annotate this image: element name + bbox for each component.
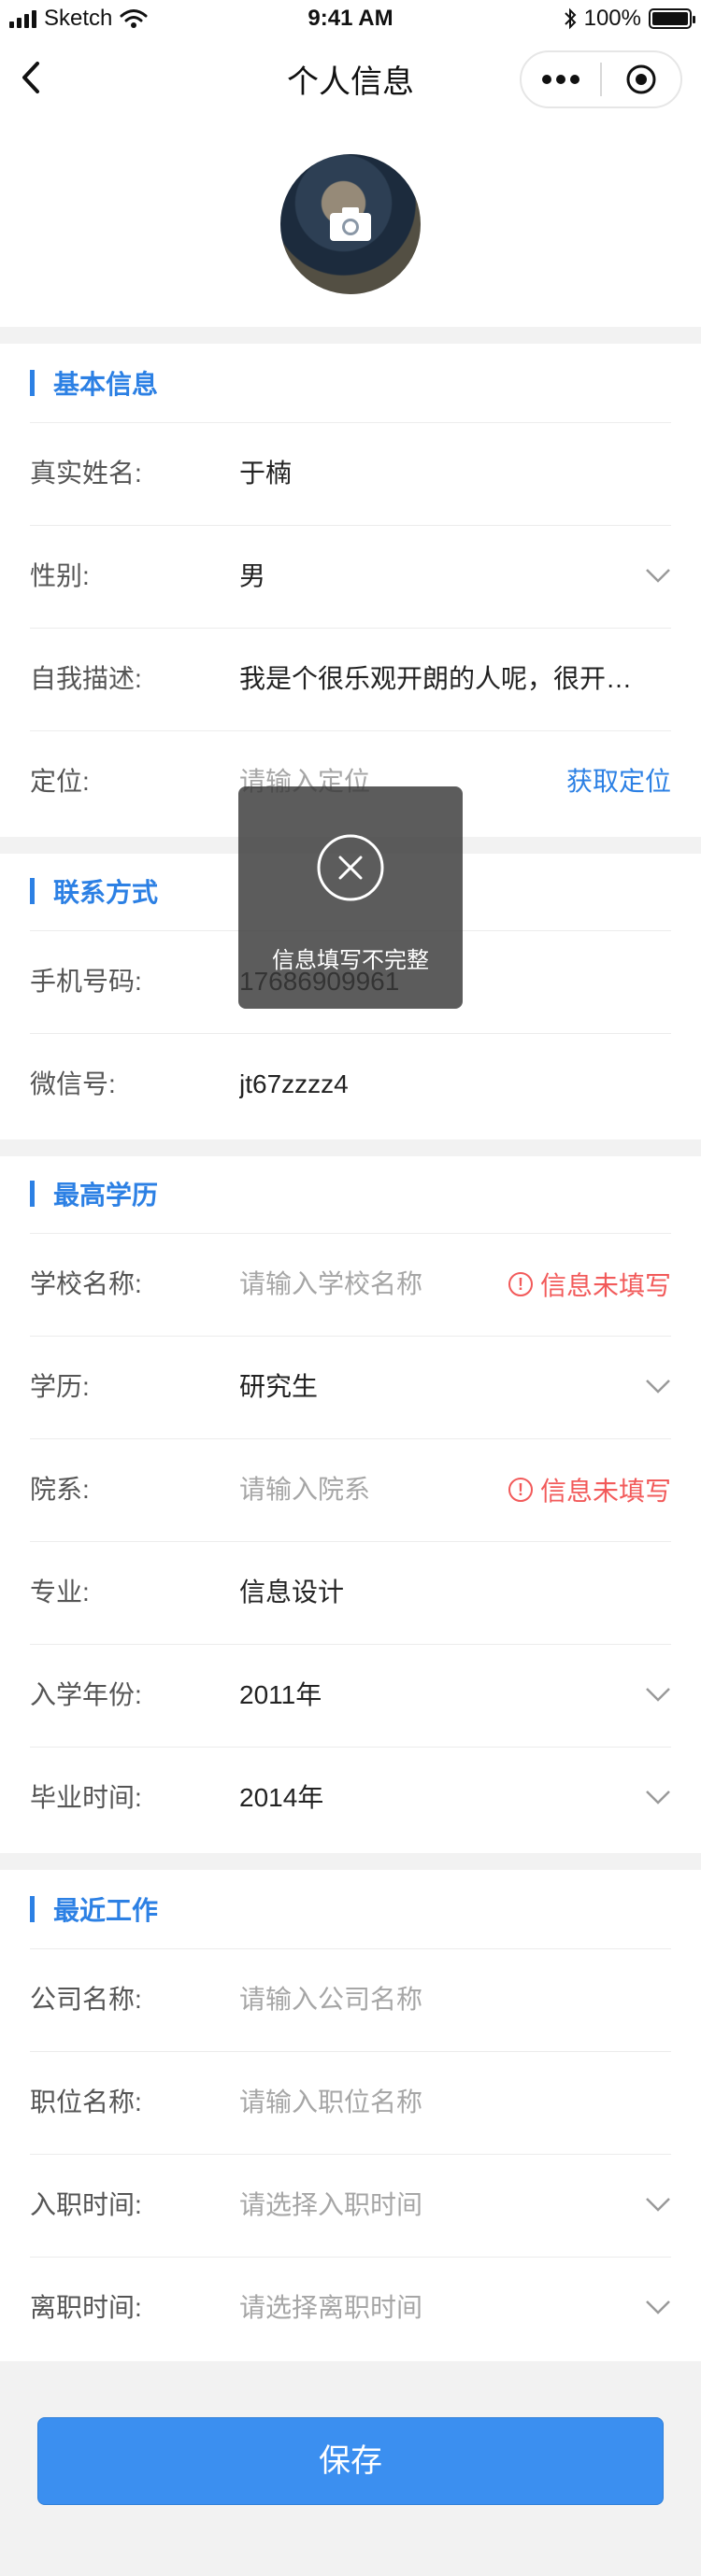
section-accent-bar — [30, 1896, 35, 1922]
field-label: 院系: — [30, 1475, 90, 1504]
end-date-select[interactable]: 请选择离职时间 — [239, 2257, 422, 2359]
row-divider — [30, 525, 671, 526]
chevron-down-icon — [646, 1688, 670, 1702]
error-icon: ! — [508, 1272, 533, 1296]
row-school[interactable]: 学校名称: 请输入学校名称 ! 信息未填写 — [30, 1233, 671, 1336]
field-label: 毕业时间: — [30, 1783, 142, 1812]
field-label: 定位: — [30, 767, 90, 796]
section-gap — [0, 1853, 701, 1870]
start-date-select[interactable]: 请选择入职时间 — [239, 2154, 422, 2257]
self-description-input[interactable]: 我是个很乐观开朗的人呢，很开… — [239, 628, 632, 730]
field-label: 职位名称: — [30, 2088, 142, 2116]
error-text: 信息未填写 — [539, 1477, 671, 1506]
field-label: 自我描述: — [30, 664, 142, 693]
row-major[interactable]: 专业: 信息设计 — [30, 1541, 671, 1644]
camera-icon — [330, 207, 371, 241]
section-header-basic: 基本信息 — [30, 364, 158, 402]
field-label: 性别: — [30, 561, 90, 590]
row-divider — [30, 1541, 671, 1542]
row-position[interactable]: 职位名称: 请输入职位名称 — [30, 2051, 671, 2154]
close-mini-program-button[interactable] — [602, 52, 680, 106]
field-label: 公司名称: — [30, 1985, 142, 2014]
degree-select[interactable]: 研究生 — [239, 1336, 318, 1438]
section-header-education: 最高学历 — [30, 1175, 158, 1212]
mini-program-capsule — [520, 50, 682, 108]
more-dots-icon — [542, 75, 579, 84]
status-bar: Sketch 9:41 AM 100% — [0, 0, 701, 37]
company-input[interactable]: 请输入公司名称 — [239, 1948, 422, 2051]
row-divider — [30, 1033, 671, 1034]
field-label: 入学年份: — [30, 1680, 142, 1709]
section-header-work: 最近工作 — [30, 1890, 158, 1928]
row-wechat[interactable]: 微信号: jt67zzzz4 — [30, 1033, 671, 1136]
section-title: 联系方式 — [53, 878, 159, 907]
section-accent-bar — [30, 370, 35, 396]
chevron-down-icon — [646, 569, 670, 583]
toast-message: 信息填写不完整 — [272, 948, 429, 973]
field-label: 入职时间: — [30, 2190, 142, 2219]
get-location-link[interactable]: 获取定位 — [566, 730, 671, 833]
error-toast: 信息填写不完整 — [238, 786, 463, 1009]
row-degree[interactable]: 学历: 研究生 — [30, 1336, 671, 1438]
row-self-description[interactable]: 自我描述: 我是个很乐观开朗的人呢，很开… — [30, 628, 671, 730]
field-label: 学校名称: — [30, 1269, 142, 1298]
field-label: 专业: — [30, 1578, 90, 1606]
validation-error: ! 信息未填写 — [508, 1233, 671, 1336]
save-button[interactable]: 保存 — [37, 2417, 664, 2505]
enroll-year-select[interactable]: 2011年 — [239, 1644, 322, 1747]
real-name-input[interactable]: 于楠 — [239, 422, 292, 525]
section-title: 基本信息 — [53, 370, 159, 399]
close-circle-icon — [317, 834, 384, 901]
section-title: 最高学历 — [53, 1181, 159, 1210]
wechat-input[interactable]: jt67zzzz4 — [239, 1033, 349, 1136]
validation-error: ! 信息未填写 — [508, 1438, 671, 1541]
avatar[interactable] — [280, 154, 421, 294]
section-accent-bar — [30, 1181, 35, 1207]
row-real-name[interactable]: 真实姓名: 于楠 — [30, 422, 671, 525]
bluetooth-icon — [564, 7, 577, 30]
section-accent-bar — [30, 878, 35, 904]
error-text: 信息未填写 — [539, 1271, 671, 1300]
field-label: 真实姓名: — [30, 459, 142, 488]
chevron-down-icon — [646, 2198, 670, 2212]
major-input[interactable]: 信息设计 — [239, 1541, 344, 1644]
row-end-date[interactable]: 离职时间: 请选择离职时间 — [30, 2257, 671, 2359]
section-header-contact: 联系方式 — [30, 872, 158, 910]
more-button[interactable] — [522, 52, 600, 106]
avatar-overlay — [280, 154, 421, 294]
section-gap — [0, 1139, 701, 1156]
section-gap — [0, 327, 701, 344]
target-icon — [626, 64, 656, 94]
row-enroll-year[interactable]: 入学年份: 2011年 — [30, 1644, 671, 1747]
row-company[interactable]: 公司名称: 请输入公司名称 — [30, 1948, 671, 2051]
field-label: 微信号: — [30, 1069, 116, 1098]
status-right: 100% — [564, 6, 695, 32]
row-gender[interactable]: 性别: 男 — [30, 525, 671, 628]
position-input[interactable]: 请输入职位名称 — [239, 2051, 422, 2154]
gender-select[interactable]: 男 — [239, 525, 265, 628]
row-start-date[interactable]: 入职时间: 请选择入职时间 — [30, 2154, 671, 2257]
department-input[interactable]: 请输入院系 — [239, 1438, 370, 1541]
battery-percent: 100% — [583, 6, 641, 31]
chevron-down-icon — [646, 2300, 670, 2314]
field-label: 离职时间: — [30, 2293, 142, 2322]
section-title: 最近工作 — [53, 1896, 159, 1925]
field-label: 手机号码: — [30, 967, 142, 996]
chevron-down-icon — [646, 1790, 670, 1805]
school-input[interactable]: 请输入学校名称 — [239, 1233, 422, 1336]
row-graduate-year[interactable]: 毕业时间: 2014年 — [30, 1747, 671, 1849]
battery-icon — [649, 8, 695, 29]
nav-bar: 个人信息 — [0, 37, 701, 118]
row-divider — [30, 1336, 671, 1337]
row-department[interactable]: 院系: 请输入院系 ! 信息未填写 — [30, 1438, 671, 1541]
error-icon: ! — [508, 1478, 533, 1502]
field-label: 学历: — [30, 1372, 90, 1401]
chevron-down-icon — [646, 1380, 670, 1394]
graduate-year-select[interactable]: 2014年 — [239, 1747, 323, 1849]
